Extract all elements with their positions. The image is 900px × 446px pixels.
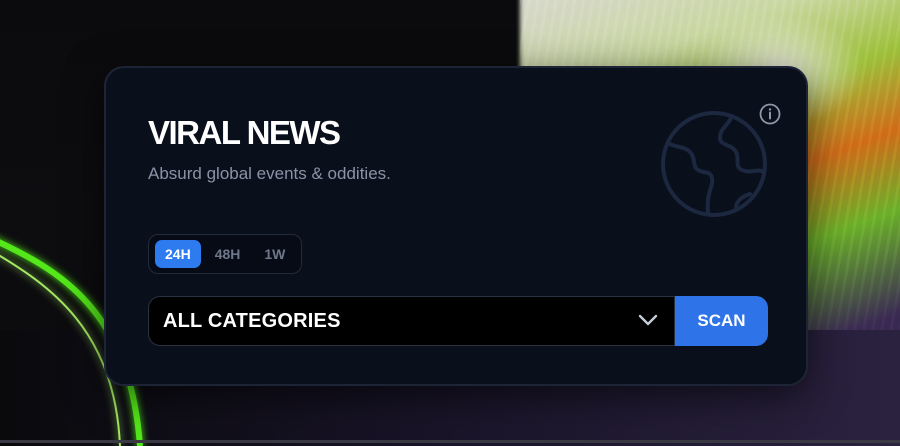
- bottom-divider: [0, 440, 900, 443]
- range-1w-button[interactable]: 1W: [254, 240, 295, 268]
- category-select-value: ALL CATEGORIES: [163, 309, 341, 332]
- time-range-toggle: 24H 48H 1W: [148, 234, 303, 274]
- chevron-down-icon: [638, 314, 658, 326]
- card-title: VIRAL NEWS: [148, 114, 341, 151]
- scan-button[interactable]: SCAN: [675, 296, 768, 346]
- viral-news-card: VIRAL NEWS Absurd global events & odditi…: [104, 66, 808, 386]
- category-select[interactable]: ALL CATEGORIES: [148, 296, 675, 346]
- globe-icon: [661, 111, 767, 217]
- range-48h-button[interactable]: 48H: [205, 240, 251, 268]
- range-24h-button[interactable]: 24H: [155, 240, 201, 268]
- card-subtitle: Absurd global events & oddities.: [148, 164, 391, 183]
